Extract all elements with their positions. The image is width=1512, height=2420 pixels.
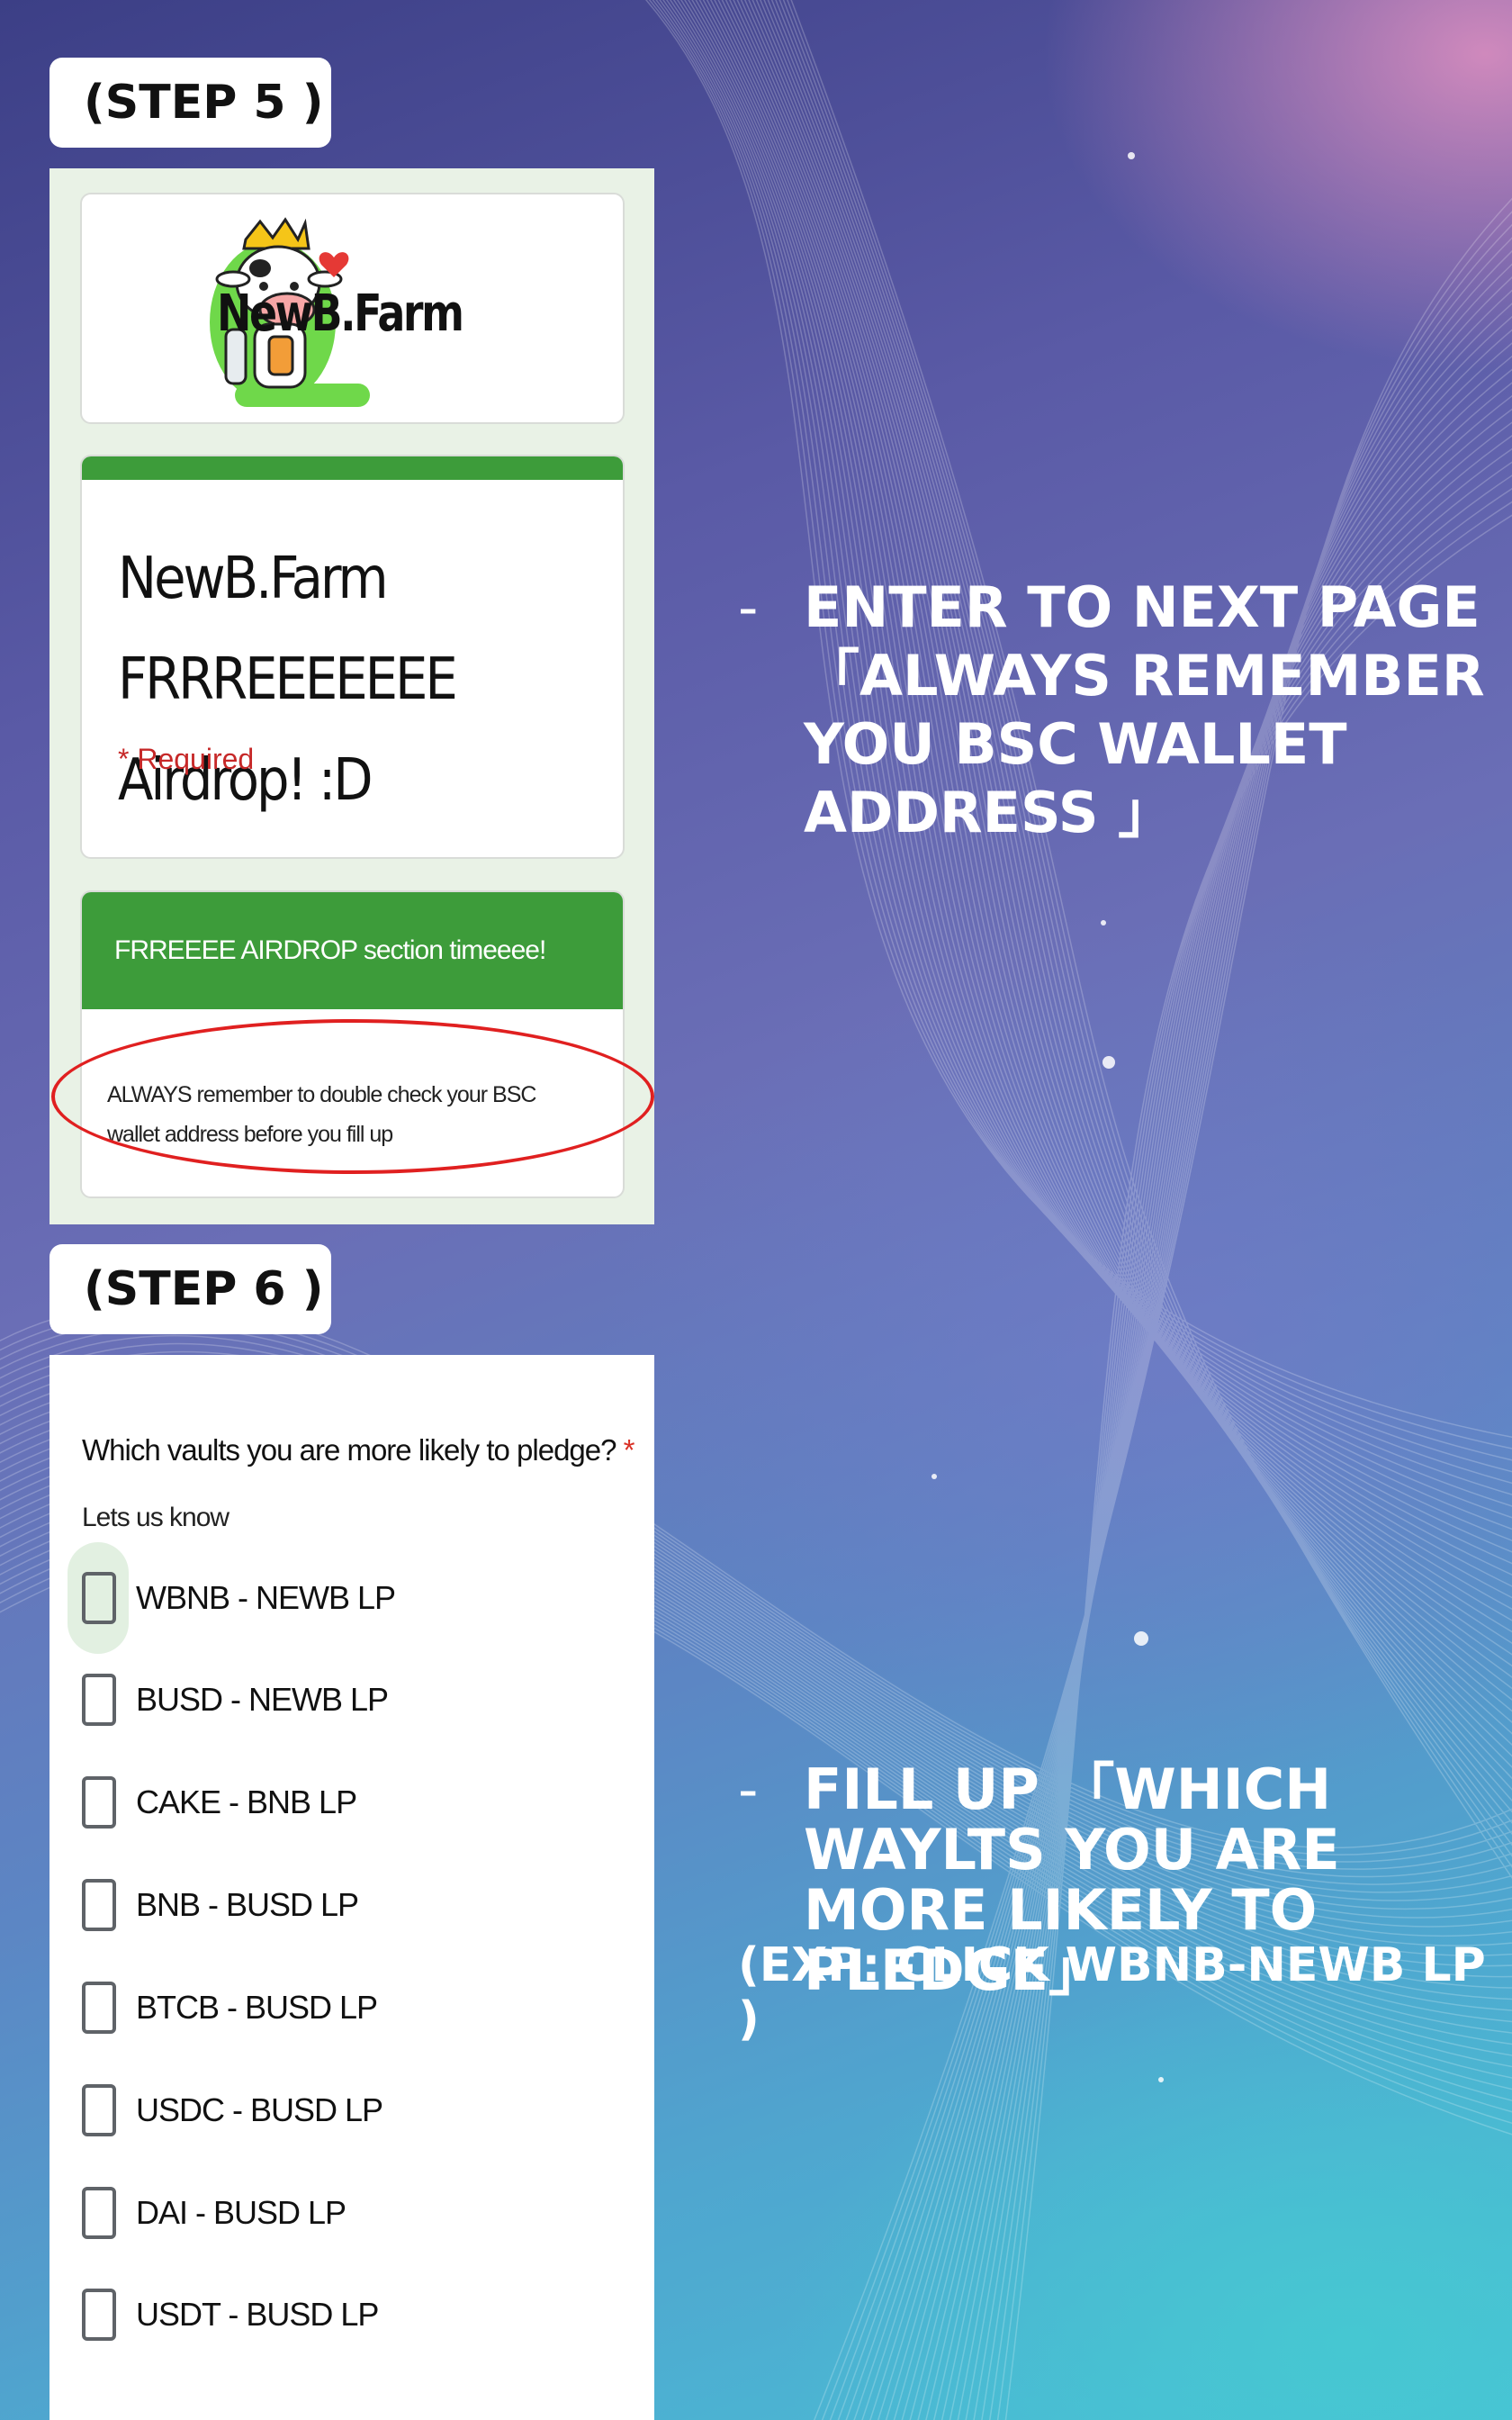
option-label: USDT - BUSD LP: [136, 2296, 379, 2333]
step-5-form-screenshot: NewB.Farm NewB.Farm FRRREEEEEEE Airdrop!…: [50, 168, 654, 1224]
required-note: * Required: [118, 743, 255, 775]
vault-option[interactable]: DAI - BUSD LP: [50, 2177, 654, 2249]
checkbox[interactable]: [82, 2187, 116, 2239]
highlight-circle: [51, 1019, 654, 1174]
section-title: FRREEEE AIRDROP section timeeee!: [82, 892, 623, 1009]
option-label: BTCB - BUSD LP: [136, 1989, 378, 2026]
vault-option[interactable]: BNB - BUSD LP: [50, 1869, 654, 1941]
option-label: USDC - BUSD LP: [136, 2091, 383, 2128]
bullet-dash: -: [738, 1756, 759, 1822]
logo-wordmark: NewB.Farm: [217, 284, 464, 343]
vault-option[interactable]: WBNB - NEWB LP: [50, 1542, 654, 1654]
option-label: DAI - BUSD LP: [136, 2194, 346, 2231]
question-title: Which vaults you are more likely to pled…: [82, 1433, 634, 1467]
bullet-dash: -: [738, 574, 759, 640]
step-6-label: (STEP 6 ): [50, 1244, 331, 1334]
question-help-text: Lets us know: [82, 1503, 230, 1532]
required-star: *: [623, 1433, 635, 1467]
step-6-form-screenshot: Which vaults you are more likely to pled…: [50, 1355, 654, 2420]
vault-option[interactable]: BTCB - BUSD LP: [50, 1972, 654, 2044]
form-title-card: NewB.Farm FRRREEEEEEE Airdrop! :D * Requ…: [80, 455, 625, 859]
logo-card: NewB.Farm: [80, 193, 625, 424]
checkbox[interactable]: [82, 2084, 116, 2136]
option-label: CAKE - BNB LP: [136, 1783, 357, 1820]
checkbox[interactable]: [82, 2289, 116, 2341]
vault-option[interactable]: CAKE - BNB LP: [50, 1766, 654, 1838]
vault-option[interactable]: USDT - BUSD LP: [50, 2279, 654, 2351]
form-title-accent-bar: [82, 456, 623, 480]
instruction-example: (EXP: CLICK WBNB-NEWB LP ): [738, 1938, 1486, 2046]
checkbox[interactable]: [82, 1982, 116, 2034]
question-text: Which vaults you are more likely to pled…: [82, 1433, 616, 1467]
form-title: NewB.Farm FRRREEEEEEE Airdrop! :D: [118, 546, 458, 814]
vault-option[interactable]: USDC - BUSD LP: [50, 2074, 654, 2146]
checkbox[interactable]: [82, 1879, 116, 1931]
vault-option[interactable]: BUSD - NEWB LP: [50, 1664, 654, 1736]
checkbox[interactable]: [82, 1674, 116, 1726]
checkbox[interactable]: [82, 1776, 116, 1829]
instruction-text: ENTER TO NEXT PAGE 「ALWAYS REMEMBER YOU …: [804, 574, 1485, 845]
step-5-label: (STEP 5 ): [50, 58, 331, 148]
option-label: WBNB - NEWB LP: [136, 1579, 396, 1616]
checkbox[interactable]: [82, 1572, 116, 1624]
option-label: BNB - BUSD LP: [136, 1886, 359, 1923]
option-label: BUSD - NEWB LP: [136, 1681, 389, 1718]
